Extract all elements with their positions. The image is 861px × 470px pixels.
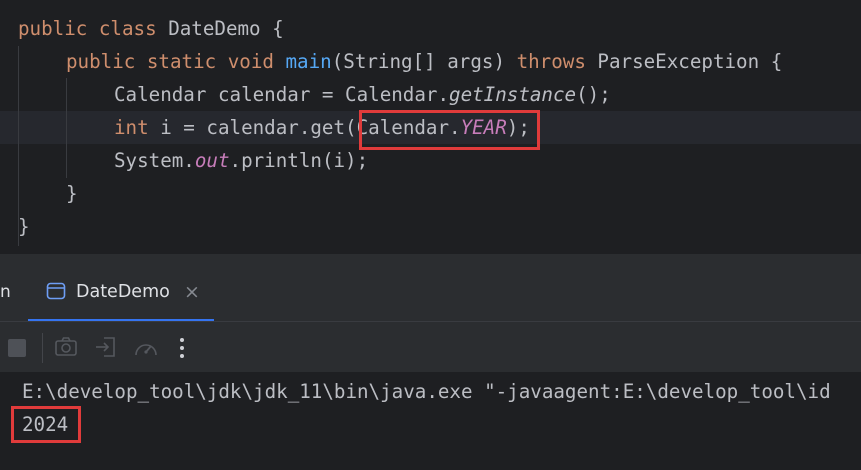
paren: ( <box>345 116 357 139</box>
code-editor[interactable]: public class DateDemo { public static vo… <box>0 0 861 254</box>
throws-keyword: throws <box>516 50 586 73</box>
code-text: i = calendar.get <box>148 116 346 139</box>
code-line-println[interactable]: System.out.println(i); <box>114 144 368 177</box>
method-call: getInstance <box>449 83 577 106</box>
camera-icon[interactable] <box>54 336 78 358</box>
highlight-box-output <box>11 406 81 443</box>
code-text: Calendar calendar = Calendar. <box>114 83 450 106</box>
indent-guide <box>66 78 67 178</box>
code-line-class-decl[interactable]: public class DateDemo { <box>18 12 284 45</box>
exception-name: ParseException { <box>585 50 783 73</box>
more-icon[interactable] <box>178 337 186 359</box>
highlight-box-calendar-year <box>359 110 540 150</box>
keyword: public static void <box>66 50 286 73</box>
keyword: public class <box>18 17 169 40</box>
static-field: out <box>194 149 230 172</box>
closing-brace: } <box>18 215 30 238</box>
console-output[interactable]: E:\develop_tool\jdk\jdk_11\bin\java.exe … <box>0 372 861 470</box>
code-line-close-method[interactable]: } <box>66 177 78 210</box>
import-icon[interactable] <box>94 336 118 358</box>
code-line-main-decl[interactable]: public static void main(String[] args) t… <box>66 45 782 78</box>
run-toolbar <box>0 322 861 372</box>
close-icon[interactable]: × <box>184 280 200 304</box>
class-name: DateDemo { <box>168 17 284 40</box>
keyword: int <box>114 116 149 139</box>
closing-brace: } <box>66 182 78 205</box>
console-window-icon <box>46 282 66 300</box>
gauge-icon[interactable] <box>133 337 159 359</box>
code-text: (); <box>576 83 611 106</box>
tab-label[interactable]: DateDemo <box>76 280 170 304</box>
console-command-line: E:\develop_tool\jdk\jdk_11\bin\java.exe … <box>22 380 831 403</box>
stop-icon[interactable] <box>8 339 26 357</box>
code-text: .println(i); <box>229 149 369 172</box>
code-line-getinstance[interactable]: Calendar calendar = Calendar.getInstance… <box>114 78 611 111</box>
code-text: System. <box>114 149 195 172</box>
toolbar-separator <box>42 333 43 363</box>
method-name: main <box>285 50 332 73</box>
params: (String[] args) <box>331 50 517 73</box>
clipped-tab-label[interactable]: n <box>0 280 11 304</box>
code-line-close-class[interactable]: } <box>18 210 30 243</box>
